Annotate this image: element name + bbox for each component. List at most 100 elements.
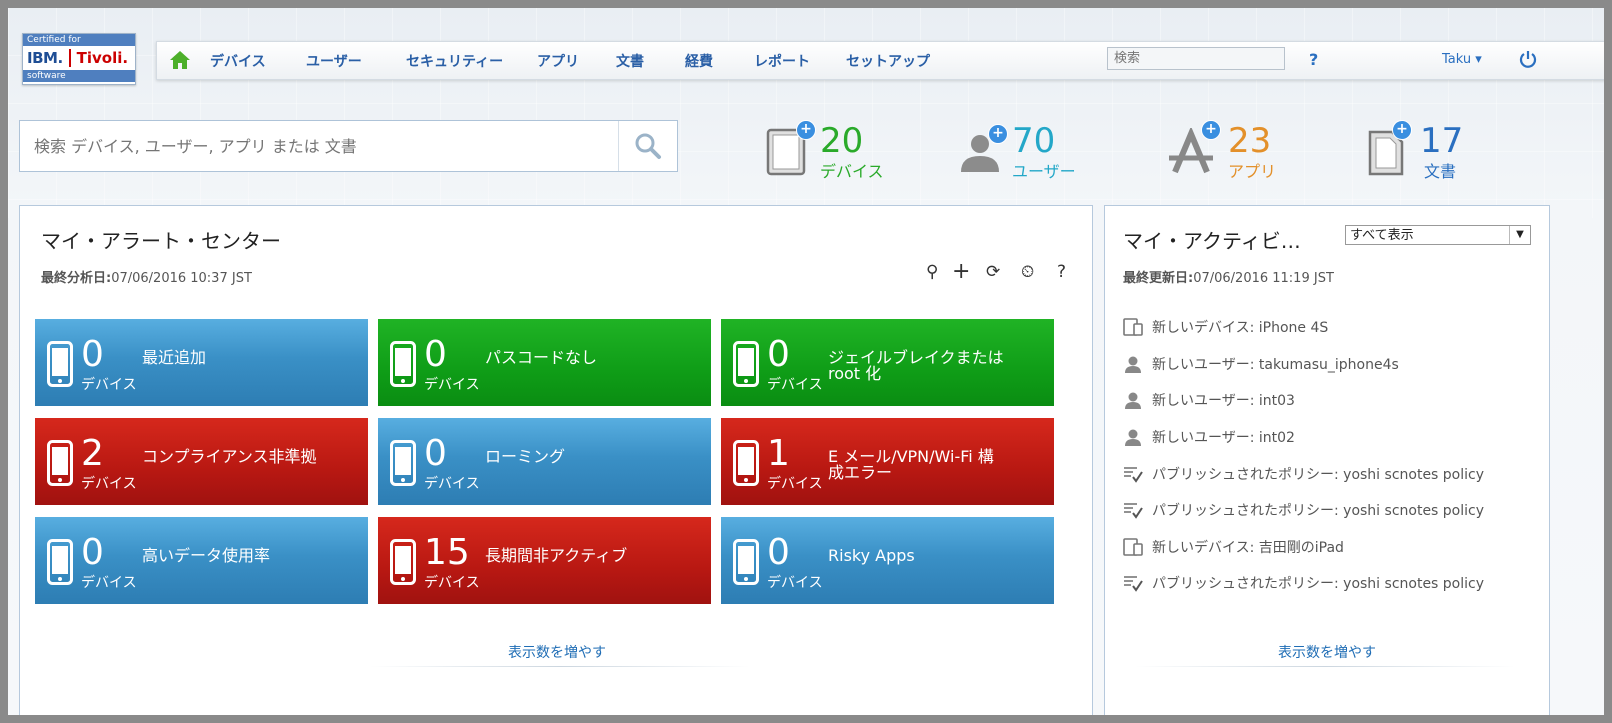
alert-center-title: マイ・アラート・センター	[41, 229, 281, 253]
alert-tile-roaming[interactable]: 0 デバイス ローミング	[378, 418, 711, 505]
alert-center-panel: マイ・アラート・センター 最終分析日:07/06/2016 10:37 JST …	[19, 205, 1093, 715]
chevron-down-icon: ▼	[1509, 226, 1530, 244]
top-navbar: デバイス ユーザー セキュリティー アプリ 文書 経費 レポート セットアップ …	[156, 41, 1604, 80]
stat-users-label: ユーザー	[1012, 162, 1076, 181]
logo-ibm: IBM.	[23, 49, 71, 67]
nav-documents[interactable]: 文書	[616, 51, 644, 71]
activity-item[interactable]: 新しいユーザー: int03	[1123, 390, 1295, 410]
global-search-input[interactable]	[20, 121, 646, 171]
alert-tile-recently-added[interactable]: 0 デバイス 最近追加	[35, 319, 368, 406]
tile-label: コンプライアンス非準拠	[142, 447, 317, 466]
alerts-show-more-link[interactable]: 表示数を増やす	[508, 642, 606, 662]
activity-text: パブリッシュされたポリシー: yoshi scnotes policy	[1152, 576, 1485, 592]
tile-count: 2	[81, 433, 104, 474]
phone-icon	[733, 440, 759, 486]
stat-devices-count: 20	[820, 121, 864, 161]
activity-text: 新しいデバイス: iPhone 4S	[1152, 320, 1329, 336]
phone-icon	[47, 341, 73, 387]
alert-tile-high-data-usage[interactable]: 0 デバイス 高いデータ使用率	[35, 517, 368, 604]
phone-icon	[733, 539, 759, 585]
activity-item[interactable]: パブリッシュされたポリシー: yoshi scnotes policy	[1123, 500, 1484, 520]
user-icon	[1125, 392, 1141, 409]
phone-icon	[390, 539, 416, 585]
logo-tivoli: Tivoli.	[76, 49, 129, 67]
activity-item[interactable]: 新しいデバイス: 吉田剛のiPad	[1123, 537, 1344, 557]
user-icon	[1125, 429, 1141, 446]
search-button[interactable]	[618, 121, 677, 171]
activity-title: マイ・アクティビ…	[1123, 229, 1301, 253]
activity-text: パブリッシュされたポリシー: yoshi scnotes policy	[1152, 467, 1485, 483]
global-search	[19, 120, 678, 172]
phone-icon	[47, 539, 73, 585]
phone-icon	[47, 440, 73, 486]
activity-item[interactable]: 新しいデバイス: iPhone 4S	[1123, 317, 1328, 337]
add-device-badge: +	[796, 120, 816, 140]
tile-count: 1	[767, 433, 790, 474]
activity-last-updated-label: 最終更新日:	[1123, 271, 1194, 286]
tile-unit: デバイス	[424, 476, 480, 492]
home-icon[interactable]	[169, 49, 191, 71]
alert-last-analyzed: 最終分析日:07/06/2016 10:37 JST	[41, 267, 252, 286]
alert-tile-risky-apps[interactable]: 0 デバイス Risky Apps	[721, 517, 1054, 604]
tile-unit: デバイス	[81, 575, 137, 591]
stat-apps[interactable]: + 23 アプリ	[1165, 120, 1285, 181]
help-icon[interactable]: ?	[1309, 50, 1318, 69]
help-icon[interactable]: ?	[1057, 262, 1066, 282]
nav-apps[interactable]: アプリ	[537, 51, 579, 71]
history-icon[interactable]: ⏲	[1021, 262, 1034, 282]
activity-item[interactable]: パブリッシュされたポリシー: yoshi scnotes policy	[1123, 464, 1484, 484]
power-icon[interactable]	[1518, 49, 1538, 69]
alert-tile-jailbreak[interactable]: 0 デバイス ジェイルブレイクまたは root 化	[721, 319, 1054, 406]
activity-item[interactable]: パブリッシュされたポリシー: yoshi scnotes policy	[1123, 573, 1484, 593]
tile-label: E メール/VPN/Wi-Fi 構成エラー	[828, 447, 994, 482]
device-icon	[1123, 318, 1143, 336]
tile-label: 最近追加	[142, 348, 207, 367]
tile-label: 高いデータ使用率	[142, 546, 271, 565]
tile-unit: デバイス	[767, 476, 823, 492]
policy-icon	[1124, 467, 1143, 483]
activity-item[interactable]: 新しいユーザー: int02	[1123, 427, 1295, 447]
activity-text: 新しいユーザー: int03	[1152, 393, 1295, 409]
tile-count: 0	[767, 334, 790, 375]
nav-setup[interactable]: セットアップ	[846, 51, 930, 71]
tile-label: ローミング	[485, 447, 566, 466]
nav-search-input[interactable]	[1107, 47, 1285, 70]
alert-last-analyzed-label: 最終分析日:	[41, 271, 112, 286]
refresh-icon[interactable]: ⟳	[986, 262, 1000, 282]
tile-unit: デバイス	[81, 377, 137, 393]
nav-expenses[interactable]: 経費	[685, 51, 713, 71]
policy-icon	[1124, 576, 1143, 592]
stat-devices[interactable]: + 20 デバイス	[766, 120, 906, 181]
nav-devices[interactable]: デバイス	[210, 51, 266, 71]
stat-documents[interactable]: + 17 文書	[1366, 120, 1466, 181]
alert-tile-no-passcode[interactable]: 0 デバイス パスコードなし	[378, 319, 711, 406]
location-icon[interactable]: ⚲	[926, 262, 938, 282]
activity-filter-select[interactable]: すべて表示 ▼	[1345, 225, 1531, 245]
stat-apps-label: アプリ	[1228, 162, 1277, 181]
tile-count: 15	[424, 532, 470, 573]
alert-tile-inactive[interactable]: 15 デバイス 長期間非アクティブ	[378, 517, 711, 604]
activity-text: 新しいユーザー: int02	[1152, 430, 1295, 446]
nav-users[interactable]: ユーザー	[306, 51, 362, 71]
nav-reports[interactable]: レポート	[754, 51, 810, 71]
stat-devices-label: デバイス	[820, 162, 884, 181]
user-icon	[1125, 356, 1141, 373]
nav-security[interactable]: セキュリティー	[406, 51, 503, 71]
stat-documents-label: 文書	[1424, 162, 1457, 181]
user-menu[interactable]: Taku ▾	[1442, 52, 1482, 67]
tile-unit: デバイス	[767, 377, 823, 393]
stat-apps-count: 23	[1228, 121, 1272, 161]
tile-count: 0	[424, 433, 447, 474]
alert-tile-config-error[interactable]: 1 デバイス E メール/VPN/Wi-Fi 構成エラー	[721, 418, 1054, 505]
alert-tile-noncompliant[interactable]: 2 デバイス コンプライアンス非準拠	[35, 418, 368, 505]
stat-documents-count: 17	[1420, 121, 1464, 161]
stat-users[interactable]: + 70 ユーザー	[958, 120, 1088, 181]
activity-show-more-link[interactable]: 表示数を増やす	[1278, 642, 1376, 662]
phone-icon	[390, 341, 416, 387]
add-user-badge: +	[988, 124, 1008, 144]
tile-count: 0	[81, 532, 104, 573]
activity-item[interactable]: 新しいユーザー: takumasu_iphone4s	[1123, 354, 1399, 374]
policy-icon	[1124, 503, 1143, 519]
logo-certified: Certified for	[23, 34, 135, 46]
add-icon[interactable]: +	[952, 261, 970, 283]
